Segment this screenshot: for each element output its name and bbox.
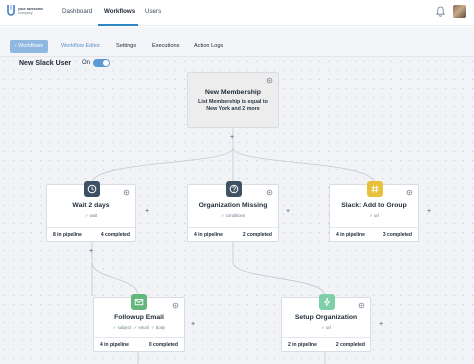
action-node-followup-email[interactable]: Followup Email ✓ subject ✓ email ✓ body … [93, 294, 185, 352]
node-condition-line-1: List Membership is equal to [198, 99, 268, 105]
hash-icon [367, 181, 383, 197]
node-stats: 2 in pipeline 2 completed [282, 337, 370, 351]
node-stats: 4 in pipeline 2 completed [188, 227, 278, 241]
trigger-node-new-membership[interactable]: New Membership List Membership is equal … [187, 72, 279, 128]
completed-count: 0 completed [148, 342, 178, 348]
node-tag: ✓ url [369, 213, 379, 218]
action-node-setup-organization[interactable]: Setup Organization ✓ url 2 in pipeline 2… [281, 294, 371, 352]
mail-icon [131, 294, 147, 310]
node-title: New Membership [205, 89, 261, 96]
add-branch-button[interactable]: + [145, 208, 149, 215]
node-stats: 4 in pipeline 3 completed [330, 227, 418, 241]
node-stats: 8 in pipeline 4 completed [47, 227, 135, 241]
action-node-slack-add-to-group[interactable]: Slack: Add to Group ✓ url 4 in pipeline … [329, 181, 419, 242]
add-branch-button[interactable]: + [286, 208, 290, 215]
node-stats: 4 in pipeline 0 completed [94, 337, 184, 351]
gear-icon[interactable] [358, 302, 365, 309]
node-condition-line-2: New York and 2 more [206, 106, 260, 112]
add-branch-button[interactable]: + [191, 321, 195, 328]
node-title: Slack: Add to Group [341, 202, 407, 209]
pipeline-count: 4 in pipeline [194, 232, 223, 238]
node-title: Followup Email [114, 314, 164, 321]
gear-icon[interactable] [406, 189, 413, 196]
action-node-wait[interactable]: Wait 2 days ✓ wait 8 in pipeline 4 compl… [46, 181, 136, 242]
bolt-icon [319, 294, 335, 310]
node-tag: ✓ wait [84, 213, 98, 218]
pipeline-count: 4 in pipeline [100, 342, 129, 348]
completed-count: 3 completed [382, 232, 412, 238]
add-branch-button[interactable]: + [379, 321, 383, 328]
gear-icon[interactable] [123, 189, 130, 196]
node-title: Setup Organization [294, 314, 358, 321]
clock-icon [84, 181, 100, 197]
add-branch-button[interactable]: + [427, 208, 431, 215]
node-title: Organization Missing [198, 202, 268, 209]
gear-icon[interactable] [266, 189, 273, 196]
pipeline-count: 4 in pipeline [336, 232, 365, 238]
add-step-button[interactable]: + [89, 248, 93, 255]
add-step-button[interactable]: + [230, 134, 234, 141]
question-icon [226, 181, 242, 197]
gear-icon[interactable] [266, 77, 273, 84]
node-tags: ✓ subject ✓ email ✓ body [112, 325, 166, 330]
node-title: Wait 2 days [72, 202, 110, 209]
completed-count: 4 completed [100, 232, 130, 238]
pipeline-count: 8 in pipeline [53, 232, 82, 238]
gear-icon[interactable] [172, 302, 179, 309]
node-tag: ✓ conditions [220, 213, 246, 218]
completed-count: 2 completed [335, 342, 365, 348]
node-tag: ✓ url [321, 325, 331, 330]
action-node-organization-missing[interactable]: Organization Missing ✓ conditions 4 in p… [187, 181, 279, 242]
completed-count: 2 completed [242, 232, 272, 238]
pipeline-count: 2 in pipeline [288, 342, 317, 348]
